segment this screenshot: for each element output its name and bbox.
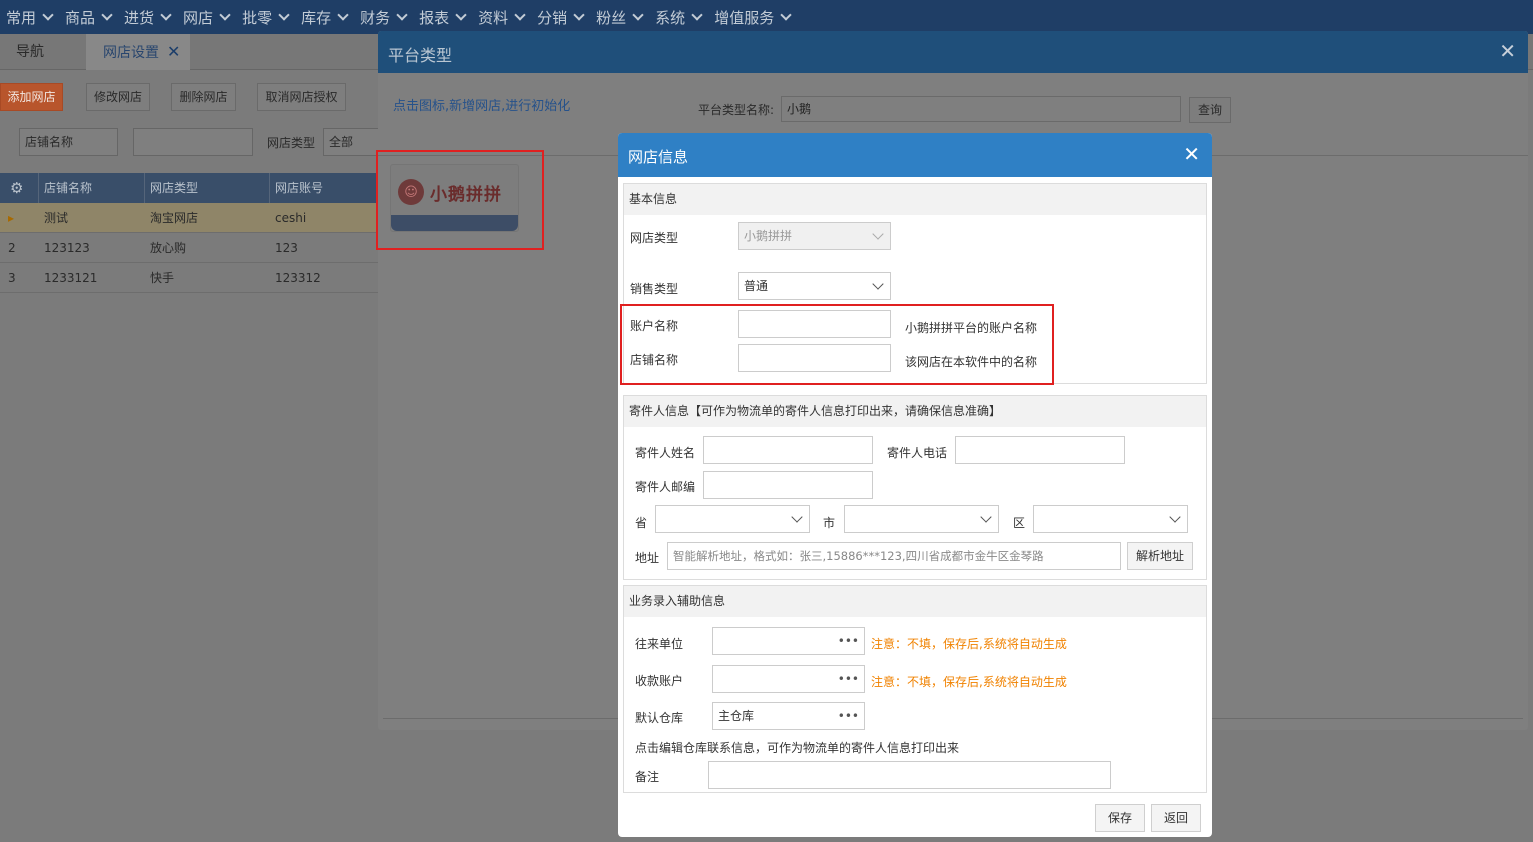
partner-label: 往来单位 xyxy=(635,637,684,651)
filter-type-label: 网店类型 xyxy=(267,136,316,150)
warehouse-label: 默认仓库 xyxy=(635,711,684,725)
platform-search-input[interactable]: 小鹅 xyxy=(781,96,1181,122)
filter-type-select[interactable]: 全部 xyxy=(323,128,379,156)
partner-picker[interactable]: ••• xyxy=(712,627,865,655)
top-menu: 常用 商品 进货 网店 批零 库存 财务 报表 资料 分销 粉丝 系统 增值服务 xyxy=(0,0,1533,34)
menu-reports[interactable]: 报表 xyxy=(413,0,472,34)
sender-name-input[interactable] xyxy=(703,436,873,464)
menu-inventory[interactable]: 库存 xyxy=(295,0,354,34)
remark-input[interactable] xyxy=(708,761,1111,789)
query-button[interactable]: 查询 xyxy=(1189,97,1231,123)
warehouse-picker[interactable]: 主仓库 ••• xyxy=(712,702,865,730)
chevron-down-icon xyxy=(219,8,231,21)
menu-distribution[interactable]: 分销 xyxy=(531,0,590,34)
address-input[interactable]: 智能解析地址，格式如：张三,15886***123,四川省成都市金牛区金琴路 xyxy=(667,542,1121,570)
chevron-down-icon xyxy=(691,8,703,21)
menu-fans[interactable]: 粉丝 xyxy=(590,0,649,34)
section-title: 寄件人信息【可作为物流单的寄件人信息打印出来，请确保信息准确】 xyxy=(624,396,1206,427)
tab-shop-settings[interactable]: 网店设置 ✕ xyxy=(86,34,191,70)
highlight-box xyxy=(376,150,544,250)
sale-type-label: 销售类型 xyxy=(630,282,679,296)
menu-data[interactable]: 资料 xyxy=(472,0,531,34)
sender-phone-label: 寄件人电话 xyxy=(887,446,948,460)
highlight-box xyxy=(620,304,1054,385)
more-icon[interactable]: ••• xyxy=(838,666,859,692)
menu-purchase[interactable]: 进货 xyxy=(118,0,177,34)
sender-zip-label: 寄件人邮编 xyxy=(635,480,696,494)
section-title: 业务录入辅助信息 xyxy=(624,586,1206,617)
chevron-down-icon xyxy=(101,8,113,21)
filter-field-select[interactable]: 店铺名称 xyxy=(19,128,118,156)
tab-navigation[interactable]: 导航 xyxy=(16,34,44,70)
dialog-title: 网店信息 xyxy=(628,148,689,166)
platform-search-label: 平台类型名称: xyxy=(698,103,775,117)
more-icon[interactable]: ••• xyxy=(838,703,859,729)
filter-keyword-input[interactable] xyxy=(133,128,253,156)
menu-goods[interactable]: 商品 xyxy=(59,0,118,34)
back-button[interactable]: 返回 xyxy=(1151,804,1201,832)
col-shop-name[interactable]: 店铺名称 xyxy=(39,173,145,203)
sender-name-label: 寄件人姓名 xyxy=(635,446,696,460)
menu-value-added[interactable]: 增值服务 xyxy=(708,0,797,34)
chevron-down-icon xyxy=(42,8,54,21)
province-select[interactable] xyxy=(655,505,810,533)
dialog-header: 网店信息 ✕ xyxy=(618,133,1212,177)
shop-grid: ⚙ 店铺名称 网店类型 网店账号 ▸ 测试 淘宝网店 ceshi 2 12312… xyxy=(0,173,380,293)
chevron-down-icon xyxy=(160,8,172,21)
section-title: 基本信息 xyxy=(624,184,1206,215)
district-label: 区 xyxy=(1013,516,1026,530)
parse-address-button[interactable]: 解析地址 xyxy=(1127,542,1193,570)
menu-common[interactable]: 常用 xyxy=(0,0,59,34)
platform-hint: 点击图标,新增网店,进行初始化 xyxy=(393,99,571,114)
remark-label: 备注 xyxy=(635,770,660,784)
chevron-down-icon xyxy=(455,8,467,21)
address-label: 地址 xyxy=(635,551,660,565)
chevron-down-icon xyxy=(632,8,644,21)
close-icon[interactable]: ✕ xyxy=(167,42,180,61)
chevron-down-icon xyxy=(514,8,526,21)
menu-wholesale[interactable]: 批零 xyxy=(236,0,295,34)
city-label: 市 xyxy=(823,516,836,530)
district-select[interactable] xyxy=(1033,505,1188,533)
table-row[interactable]: ▸ 测试 淘宝网店 ceshi xyxy=(0,203,380,233)
edit-shop-button[interactable]: 修改网店 xyxy=(86,83,150,111)
menu-system[interactable]: 系统 xyxy=(649,0,708,34)
table-row[interactable]: 3 1233121 快手 123312 xyxy=(0,263,380,293)
more-icon[interactable]: ••• xyxy=(838,628,859,654)
sale-type-select[interactable]: 普通 xyxy=(738,272,891,300)
col-shop-type[interactable]: 网店类型 xyxy=(145,173,270,203)
warehouse-hint[interactable]: 点击编辑仓库联系信息，可作为物流单的寄件人信息打印出来 xyxy=(635,739,959,756)
close-icon[interactable]: ✕ xyxy=(1183,142,1200,166)
receipt-account-picker[interactable]: ••• xyxy=(712,665,865,693)
menu-finance[interactable]: 财务 xyxy=(354,0,413,34)
province-label: 省 xyxy=(635,516,648,530)
shop-type-label: 网店类型 xyxy=(630,231,679,245)
grid-header: ⚙ 店铺名称 网店类型 网店账号 xyxy=(0,173,380,203)
add-shop-button[interactable]: 添加网店 xyxy=(0,83,63,111)
city-select[interactable] xyxy=(844,505,999,533)
cancel-auth-button[interactable]: 取消网店授权 xyxy=(257,83,346,111)
chevron-down-icon xyxy=(573,8,585,21)
chevron-down-icon xyxy=(780,8,792,21)
col-shop-account[interactable]: 网店账号 xyxy=(270,173,380,203)
shop-info-dialog: 网店信息 ✕ 基本信息 网店类型 小鹅拼拼 销售类型 普通 账户名称 小鹅拼拼平… xyxy=(618,133,1212,837)
partner-note: 注意：不填，保存后,系统将自动生成 xyxy=(871,637,1067,651)
receipt-account-note: 注意：不填，保存后,系统将自动生成 xyxy=(871,675,1067,689)
delete-shop-button[interactable]: 删除网店 xyxy=(171,83,236,111)
table-row[interactable]: 2 123123 放心购 123 xyxy=(0,233,380,263)
chevron-down-icon xyxy=(278,8,290,21)
chevron-down-icon xyxy=(396,8,408,21)
gear-icon[interactable]: ⚙ xyxy=(0,173,39,203)
receipt-account-label: 收款账户 xyxy=(635,674,684,688)
shop-type-select: 小鹅拼拼 xyxy=(738,222,891,250)
sender-phone-input[interactable] xyxy=(955,436,1125,464)
close-icon[interactable]: ✕ xyxy=(1499,39,1516,63)
sender-zip-input[interactable] xyxy=(703,471,873,499)
chevron-down-icon xyxy=(337,8,349,21)
save-button[interactable]: 保存 xyxy=(1095,804,1145,832)
dialog-header: 平台类型 ✕ xyxy=(378,31,1528,73)
dialog-title: 平台类型 xyxy=(388,46,453,65)
menu-eshop[interactable]: 网店 xyxy=(177,0,236,34)
